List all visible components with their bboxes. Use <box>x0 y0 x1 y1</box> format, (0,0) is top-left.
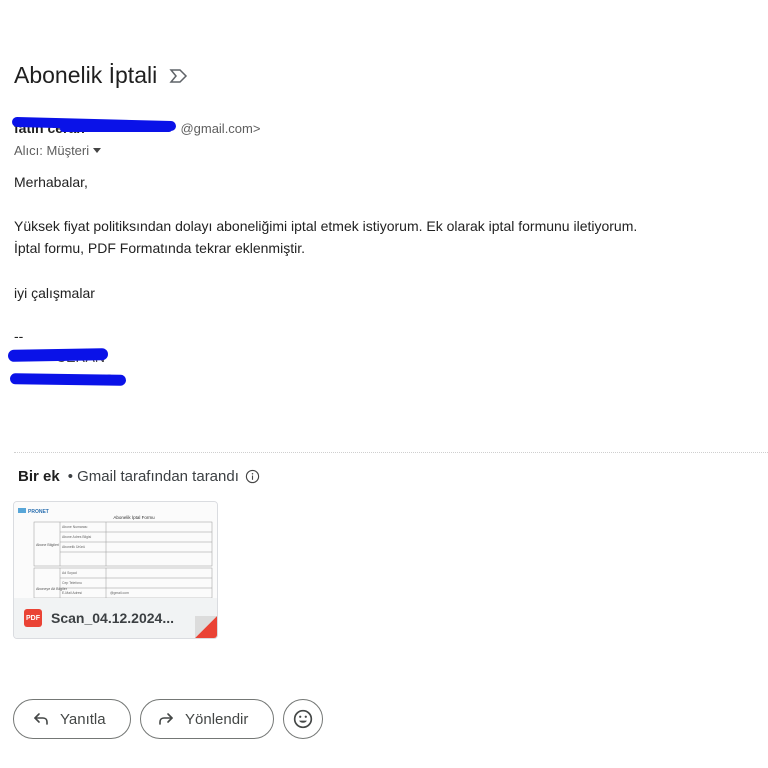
redaction-signature-name <box>7 348 109 362</box>
preview-row-2: Abone Adres Bilgisi <box>62 535 91 539</box>
recipient-label: Alıcı: Müşteri <box>14 143 90 158</box>
reply-button[interactable]: Yanıtla <box>13 699 131 739</box>
preview-title: Abonelik İptal Formu <box>113 514 155 520</box>
attachment-card[interactable]: PRONET Abonelik İptal Formu Abone Bilgil… <box>13 501 218 639</box>
body-line-1: Yüksek fiyat politiksından dolayı abonel… <box>14 218 638 234</box>
label-icon[interactable] <box>169 68 189 84</box>
pdf-icon: PDF <box>24 609 42 627</box>
preview-row-6: E-Mail Adresi <box>62 591 82 595</box>
emoji-reaction-button[interactable] <box>283 699 323 739</box>
attachment-file-name: Scan_04.12.2024... <box>51 610 174 626</box>
preview-row-4: Ad Soyad <box>62 571 77 575</box>
redaction-signature-phone <box>9 373 127 386</box>
greeting: Merhabalar, <box>14 174 88 190</box>
email-subject: Abonelik İptali <box>14 62 158 88</box>
pdf-preview: PRONET Abonelik İptal Formu Abone Bilgil… <box>18 508 213 599</box>
preview-row-3: Abonelik Ürünü <box>62 545 85 549</box>
attachment-thumbnail: PRONET Abonelik İptal Formu Abone Bilgil… <box>14 502 217 599</box>
sender-email: @gmail.com> <box>180 121 261 136</box>
recipient-row[interactable]: Alıcı: Müşteri <box>14 143 102 158</box>
preview-section-1: Abone Bilgileri <box>36 543 59 547</box>
closing: iyi çalışmalar <box>14 285 95 301</box>
preview-row-6-value: @gmail.com <box>110 591 129 595</box>
redaction-sender-2 <box>60 126 172 132</box>
preview-row-5: Cep Telefonu <box>62 581 82 585</box>
attachment-count: Bir ek <box>18 468 60 485</box>
reply-label: Yanıtla <box>60 710 106 728</box>
reply-icon <box>34 713 48 725</box>
forward-icon <box>159 713 173 725</box>
scanned-note: • Gmail tarafından tarandı <box>67 468 239 485</box>
forward-button[interactable]: Yönlendir <box>140 699 274 739</box>
subject-row: Abonelik İptali <box>14 62 189 89</box>
forward-label: Yönlendir <box>185 710 249 728</box>
emoji-icon <box>293 709 313 729</box>
page-fold-icon <box>195 616 217 638</box>
chevron-down-icon[interactable] <box>93 148 102 153</box>
signature-separator: -- <box>14 328 24 344</box>
attachment-divider <box>14 452 768 453</box>
body-line-2: İptal formu, PDF Formatında tekrar eklen… <box>14 240 305 256</box>
attachment-footer: PDF Scan_04.12.2024... <box>14 598 217 638</box>
preview-logo: PRONET <box>28 509 49 515</box>
attachment-header: Bir ek • Gmail tarafından tarandı <box>18 468 260 485</box>
info-icon[interactable] <box>245 469 260 484</box>
preview-row-1: Abone Numarası <box>62 525 88 529</box>
